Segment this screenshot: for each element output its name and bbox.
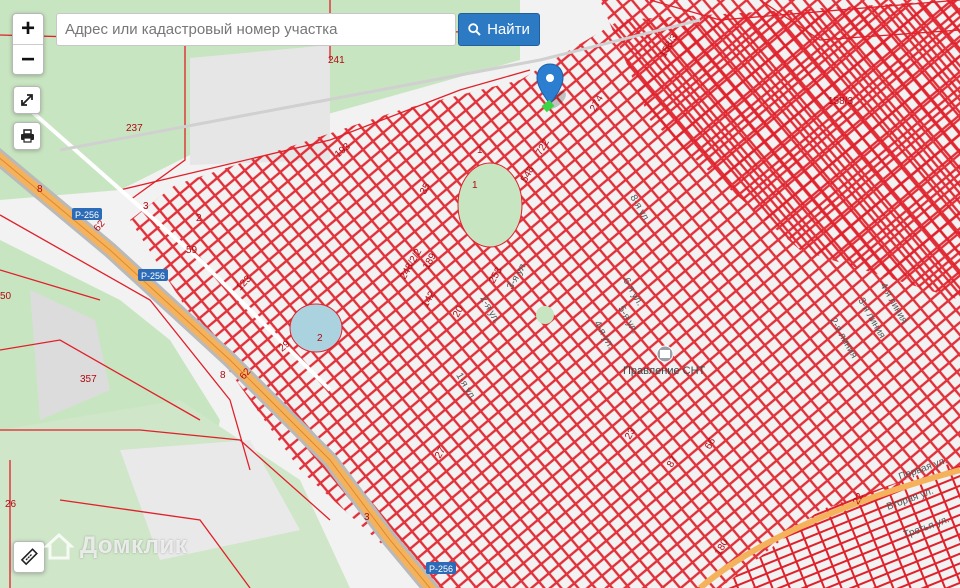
printer-icon	[20, 129, 34, 143]
road-shield-text: Р-256	[75, 210, 99, 220]
parcel-label: 8	[37, 184, 43, 195]
expand-icon	[21, 94, 33, 106]
ruler-button[interactable]	[13, 541, 45, 573]
parcel-label: 357	[80, 374, 97, 385]
poi-label: Правление СНТ	[623, 365, 706, 377]
print-button[interactable]	[13, 122, 41, 150]
ruler-icon	[20, 548, 38, 566]
parcel-label: 50	[0, 291, 12, 302]
road-shield-text: Р-256	[141, 271, 165, 281]
road-shield-2: Р-256	[138, 269, 168, 281]
parcel-label: 237	[126, 123, 143, 134]
search-button[interactable]: Найти	[458, 13, 540, 46]
fullscreen-button[interactable]	[13, 86, 41, 114]
watermark: Домклик	[44, 532, 187, 560]
parcel-label: 8	[220, 370, 226, 381]
zoom-in-button[interactable]: +	[13, 14, 43, 44]
road-shield-1: Р-256	[72, 208, 102, 220]
park-small	[536, 306, 554, 324]
parcel-label: 1	[472, 180, 478, 191]
pond	[289, 303, 343, 353]
watermark-text: Домклик	[80, 532, 188, 559]
zoom-out-button[interactable]: −	[13, 44, 43, 75]
search-button-label: Найти	[487, 21, 530, 38]
park-central	[457, 162, 523, 248]
parcel-label: 26	[5, 499, 17, 510]
parcel-label: 1	[477, 145, 483, 156]
parcel-label: 59	[186, 245, 198, 256]
parcel-label: 158/3	[828, 96, 853, 107]
search-input[interactable]	[56, 13, 456, 46]
search-icon	[468, 23, 481, 36]
parcel-label: 3	[364, 512, 370, 523]
parcel-label: 2	[196, 213, 202, 224]
house-logo-icon	[44, 532, 74, 560]
road-shield-text: Р-256	[429, 564, 453, 574]
road-shield-3: Р-256	[426, 562, 456, 574]
zoom-control: + −	[12, 13, 44, 75]
parcel-label: 2	[317, 333, 323, 344]
parcel-label: 241	[328, 55, 345, 66]
cadastral-map[interactable]: Р-256 Р-256 Р-256 241 237 158/3 158/3 27…	[0, 0, 960, 588]
parcel-label: 3	[143, 201, 149, 212]
